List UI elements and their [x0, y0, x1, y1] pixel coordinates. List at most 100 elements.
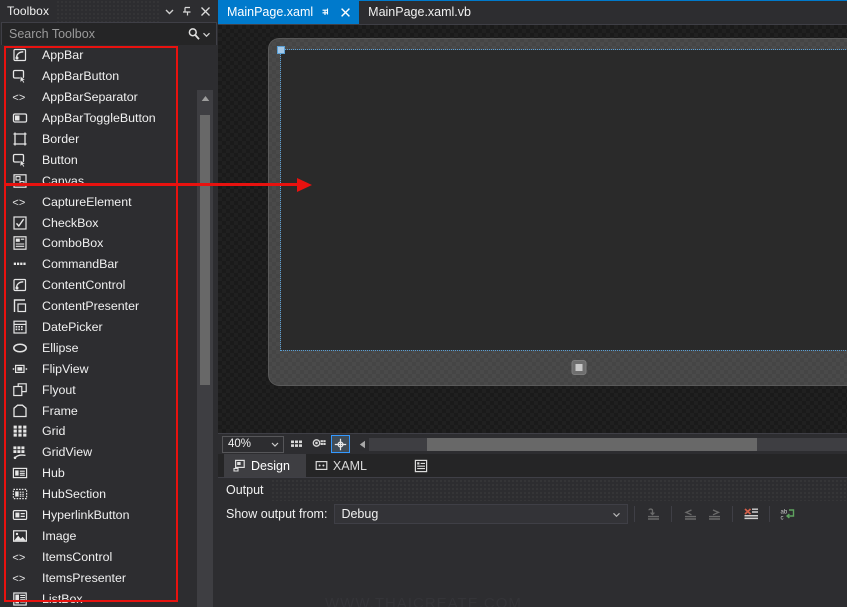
toolbox-item-label: Ellipse [42, 341, 79, 355]
toolbox-item-flyout[interactable]: Flyout [0, 379, 196, 400]
toolbox-item-hyperlinkbutton[interactable]: HyperlinkButton [0, 505, 196, 526]
output-jump-button[interactable] [641, 503, 665, 525]
show-output-from-label: Show output from: [226, 507, 327, 521]
toolbox-item-flipview[interactable]: FlipView [0, 358, 196, 379]
toggle-icon [12, 110, 28, 126]
zoom-level-combo[interactable]: 40% [222, 436, 284, 453]
toolbox-item-appbar[interactable]: AppBar [0, 45, 196, 66]
output-text-area[interactable]: WWW.THAICREATE.COM [218, 527, 847, 607]
toolbox-item-appbarbutton[interactable]: AppBarButton [0, 66, 196, 87]
snap-to-snaplines-button[interactable] [331, 435, 350, 453]
toolbox-panel: Toolbox [0, 0, 218, 607]
toolbox-item-gridview[interactable]: GridView [0, 442, 196, 463]
toolbar-separator [732, 506, 733, 522]
toolbox-item-checkbox[interactable]: CheckBox [0, 212, 196, 233]
toolbox-item-border[interactable]: Border [0, 129, 196, 150]
toolbox-list-container: AppBar AppBarButton <>AppBarSeparatorAppBa… [0, 45, 218, 607]
xaml-icon [315, 459, 328, 472]
designer-horizontal-scrollbar[interactable] [355, 436, 847, 453]
hyperlinkbutton-icon [12, 507, 28, 523]
toolbox-item-button[interactable]: Button [0, 149, 196, 170]
toolbox-item-label: Grid [42, 424, 65, 438]
visual-studio-window: Toolbox [0, 0, 847, 607]
pin-icon[interactable] [178, 2, 196, 20]
toolbox-drag-handle[interactable] [57, 0, 160, 22]
output-source-combo[interactable]: Debug [334, 504, 628, 524]
designer-toolbar: 40% [218, 433, 847, 454]
tab-mainpage-xaml-vb[interactable]: MainPage.xaml.vb [359, 0, 477, 24]
toolbox-item-canvas[interactable]: Canvas [0, 170, 196, 191]
toolbox-title: Toolbox [7, 4, 49, 18]
triangle-left-icon[interactable] [355, 436, 369, 453]
chevron-down-icon[interactable] [271, 440, 283, 448]
toolbox-item-label: CheckBox [42, 216, 98, 230]
toolbox-item-label: Frame [42, 404, 78, 418]
toolbox-item-appbarseparator[interactable]: <>AppBarSeparator [0, 87, 196, 108]
toolbox-item-itemspresenter[interactable]: <>ItemsPresenter [0, 567, 196, 588]
xaml-designer-surface[interactable] [218, 25, 847, 433]
designer-scrollbar-track[interactable] [369, 438, 847, 451]
chevron-down-icon[interactable] [160, 2, 178, 20]
toolbox-item-label: CaptureElement [42, 195, 132, 209]
mode-bar-filler [433, 454, 847, 477]
close-icon[interactable] [337, 4, 353, 20]
appbar-icon [12, 277, 28, 293]
hubsection-icon [12, 486, 28, 502]
output-find-prev-button[interactable] [678, 503, 702, 525]
toolbox-item-frame[interactable]: Frame [0, 400, 196, 421]
tab-mainpage-xaml[interactable]: MainPage.xaml [218, 0, 359, 24]
editor-area: MainPage.xaml MainPage.xaml.vb [218, 0, 847, 607]
tab-design[interactable]: Design [224, 454, 306, 477]
show-grid-button[interactable] [287, 435, 306, 453]
toolbox-item-label: Flyout [42, 383, 76, 397]
toolbox-item-commandbar[interactable]: CommandBar [0, 254, 196, 275]
toolbox-item-listbox[interactable]: ListBox [0, 588, 196, 607]
designer-scrollbar-thumb[interactable] [427, 438, 757, 451]
toolbox-scrollbar[interactable] [197, 90, 213, 607]
toolbox-item-label: Border [42, 132, 79, 146]
toolbox-item-list[interactable]: AppBar AppBarButton <>AppBarSeparatorAppBa… [0, 45, 196, 607]
toolbox-item-appbartogglebutton[interactable]: AppBarToggleButton [0, 108, 196, 129]
snap-to-gridlines-button[interactable] [309, 435, 328, 453]
code-brackets-icon: <> [12, 194, 28, 210]
toolbox-item-contentcontrol[interactable]: ContentControl [0, 275, 196, 296]
output-find-next-button[interactable] [702, 503, 726, 525]
toolbox-item-grid[interactable]: Grid [0, 421, 196, 442]
toolbox-item-label: Button [42, 153, 78, 167]
close-icon[interactable] [196, 2, 214, 20]
toolbox-item-label: ListBox [42, 592, 83, 606]
toolbox-item-ellipse[interactable]: Ellipse [0, 337, 196, 358]
toolbox-scrollbar-thumb[interactable] [200, 115, 210, 385]
search-icon[interactable] [187, 27, 201, 41]
expand-pane-button[interactable] [409, 454, 433, 477]
toolbox-search-box[interactable] [1, 22, 217, 46]
tab-xaml[interactable]: XAML [306, 454, 383, 477]
toolbox-item-image[interactable]: Image [0, 525, 196, 546]
tab-label: MainPage.xaml [227, 5, 313, 19]
triangle-up-icon[interactable] [197, 90, 213, 107]
toolbox-item-contentpresenter[interactable]: ContentPresenter [0, 296, 196, 317]
windows-home-icon[interactable] [572, 360, 587, 375]
toolbox-item-combobox[interactable]: ComboBox [0, 233, 196, 254]
device-frame [268, 38, 847, 386]
toolbox-item-label: AppBarButton [42, 69, 119, 83]
pin-icon[interactable] [317, 4, 333, 20]
toolbox-item-hubsection[interactable]: HubSection [0, 484, 196, 505]
device-screen[interactable] [281, 50, 847, 350]
toolbox-item-label: GridView [42, 445, 92, 459]
toolbox-item-hub[interactable]: Hub [0, 463, 196, 484]
datepicker-icon [12, 319, 28, 335]
chevron-down-icon[interactable] [202, 30, 211, 39]
toolbox-item-label: Image [42, 529, 76, 543]
toolbox-item-datepicker[interactable]: DatePicker [0, 317, 196, 338]
output-clear-all-button[interactable] [739, 503, 763, 525]
output-word-wrap-button[interactable]: ab c [776, 503, 800, 525]
chevron-down-icon[interactable] [612, 510, 627, 519]
toolbox-item-itemscontrol[interactable]: <>ItemsControl [0, 546, 196, 567]
toolbox-item-captureelement[interactable]: <> CaptureElement [0, 191, 196, 212]
ellipse-icon [12, 340, 28, 356]
output-drag-handle[interactable] [272, 478, 847, 501]
toolbox-header: Toolbox [0, 0, 218, 22]
search-input[interactable] [2, 26, 187, 42]
output-title: Output [226, 483, 264, 497]
